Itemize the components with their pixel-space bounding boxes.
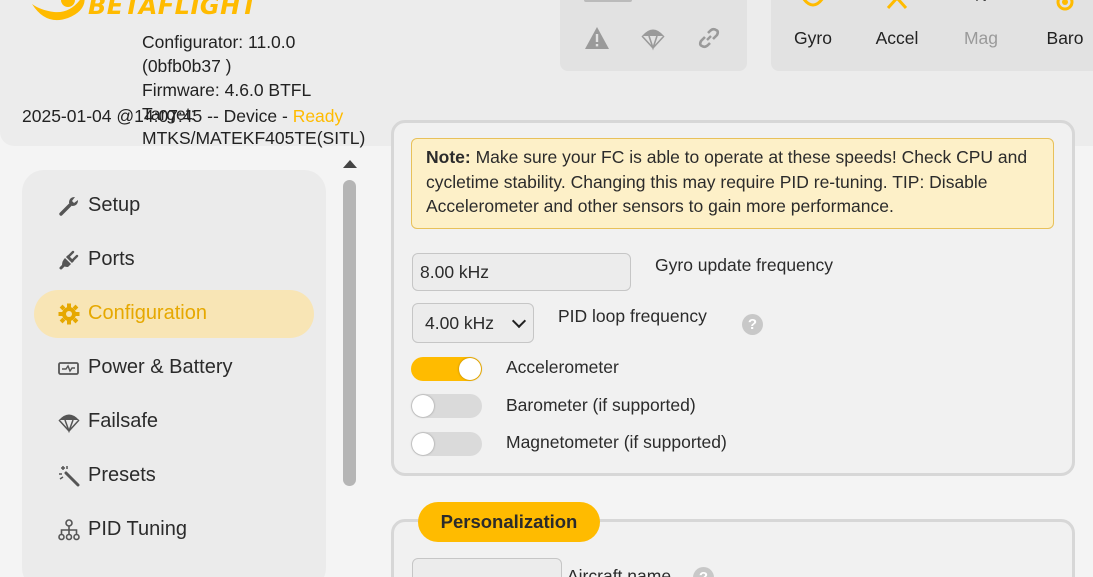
magnetometer-toggle[interactable] xyxy=(411,432,482,456)
sidebar-item-presets[interactable]: Presets xyxy=(34,452,314,500)
plug-icon xyxy=(59,250,79,270)
toggle-knob xyxy=(412,395,434,417)
aircraft-name-input[interactable] xyxy=(412,558,562,577)
scroll-up-arrow-icon[interactable] xyxy=(343,160,357,168)
gyro-icon xyxy=(802,0,824,7)
sensor-mag: N Mag xyxy=(946,0,1016,60)
help-icon[interactable]: ? xyxy=(742,314,763,335)
sidebar-item-label: Setup xyxy=(88,194,141,216)
note-text: Make sure your FC is able to operate at … xyxy=(426,147,1028,216)
status-line: 2025-01-04 @14:07:45 -- Device - Ready xyxy=(22,106,343,127)
baro-icon xyxy=(1056,0,1074,11)
link-icon[interactable] xyxy=(696,25,722,51)
sidebar-item-label: Ports xyxy=(88,248,135,270)
configurator-version: Configurator: 11.0.0 xyxy=(142,32,296,52)
sidebar-item-pid-tuning[interactable]: PID Tuning xyxy=(34,506,314,554)
gyro-frequency-label: Gyro update frequency xyxy=(655,255,834,275)
sensor-gyro: Gyro xyxy=(778,0,848,60)
sidebar-item-label: PID Tuning xyxy=(88,518,187,540)
barometer-label: Barometer (if supported) xyxy=(506,395,696,415)
sidebar-scrollbar[interactable] xyxy=(343,180,356,486)
status-ready: Ready xyxy=(292,106,344,126)
sensor-baro-label: Baro xyxy=(1046,28,1084,48)
sidebar-item-power-battery[interactable]: Power & Battery xyxy=(34,344,314,392)
sensor-mag-label: Mag xyxy=(963,28,999,48)
barometer-toggle[interactable] xyxy=(411,394,482,418)
version-info: Configurator: 11.0.0 (0bfb0b37 ) Firmwar… xyxy=(142,30,311,102)
sidebar-item-failsafe[interactable]: Failsafe xyxy=(34,398,314,446)
sidebar-item-label: Power & Battery xyxy=(88,356,233,378)
parachute-icon[interactable] xyxy=(640,25,666,51)
gear-icon xyxy=(58,303,80,325)
pid-frequency-value: 4.00 kHz xyxy=(425,313,495,333)
chevron-down-icon xyxy=(511,313,527,329)
personalization-title: Personalization xyxy=(418,502,600,542)
toggle-knob xyxy=(459,358,481,380)
battery-icon xyxy=(58,362,79,375)
note-label: Note: xyxy=(426,147,471,167)
sidebar-item-label: Presets xyxy=(88,464,156,486)
sensor-gyro-label: Gyro xyxy=(794,28,832,48)
sidebar-item-label: Failsafe xyxy=(88,410,159,432)
accelerometer-toggle[interactable] xyxy=(411,357,482,381)
pid-frequency-select[interactable]: 4.00 kHz xyxy=(412,303,534,343)
warning-icon[interactable] xyxy=(584,25,610,51)
target-value: MTKS/MATEKF405TE(SITL) xyxy=(142,128,366,148)
aircraft-name-label: Aircraft name xyxy=(567,566,672,577)
build-hash: (0bfb0b37 ) xyxy=(142,56,232,76)
wrench-icon xyxy=(59,197,78,216)
compass-n-icon: N xyxy=(946,0,1016,6)
logo-text: BETAFLIGHT xyxy=(88,0,258,20)
firmware-version: Firmware: 4.6.0 BTFL xyxy=(142,80,312,100)
hierarchy-icon xyxy=(58,519,80,541)
status-text: 2025-01-04 @14:07:45 -- Device - xyxy=(22,106,293,126)
sidebar-item-configuration[interactable]: Configuration xyxy=(34,290,314,338)
toggle-knob xyxy=(412,433,434,455)
sidebar-item-label: Configuration xyxy=(88,302,207,324)
panel-tab-marker xyxy=(584,0,632,2)
gyro-frequency-field[interactable]: 8.00 kHz xyxy=(412,253,631,291)
sensor-baro: Baro xyxy=(1030,0,1093,60)
sidebar-item-setup[interactable]: Setup xyxy=(34,182,314,230)
parachute-icon xyxy=(58,414,80,433)
accelerometer-label: Accelerometer xyxy=(506,357,619,377)
sidebar-item-ports[interactable]: Ports xyxy=(34,236,314,284)
status-icon-panel xyxy=(560,0,747,71)
sensor-accel-label: Accel xyxy=(875,28,919,48)
magnetometer-label: Magnetometer (if supported) xyxy=(506,432,727,452)
magic-wand-icon xyxy=(59,466,80,487)
sensor-panel: Gyro Accel N Mag Baro xyxy=(771,0,1093,71)
note-box: Note: Make sure your FC is able to opera… xyxy=(411,138,1054,229)
sensor-accel: Accel xyxy=(862,0,932,60)
pid-frequency-label: PID loop frequency xyxy=(558,306,707,326)
accel-icon xyxy=(886,0,908,10)
